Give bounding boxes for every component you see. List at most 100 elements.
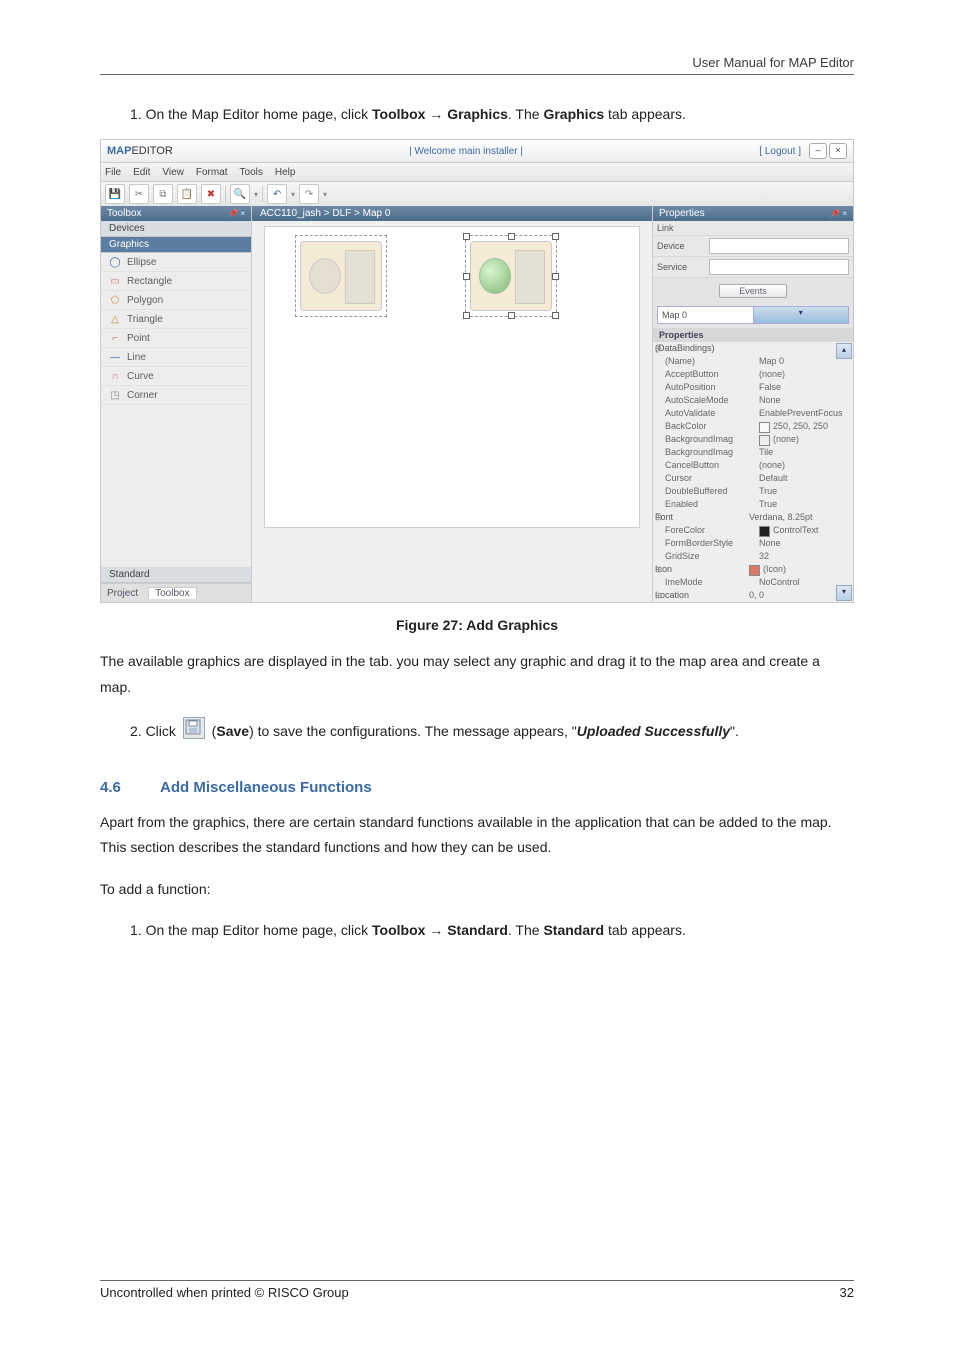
service-input[interactable]: [709, 259, 849, 275]
figure-caption: Figure 27: Add Graphics: [100, 617, 854, 633]
map-canvas[interactable]: [264, 226, 640, 528]
scroll-down-icon[interactable]: ▾: [836, 585, 852, 601]
tool-line[interactable]: —Line: [101, 348, 251, 367]
cut-icon[interactable]: ✂: [129, 184, 149, 204]
menu-file[interactable]: File: [105, 167, 121, 178]
step1-graphics: Graphics: [447, 106, 508, 122]
property-grid[interactable]: ▴ ▾ (DataBindings)(Name)Map 0AcceptButto…: [653, 342, 853, 602]
property-row[interactable]: (Name)Map 0: [653, 355, 853, 368]
prop-service: Service: [653, 257, 853, 278]
property-row[interactable]: CancelButton(none): [653, 459, 853, 472]
group-graphics[interactable]: Graphics: [101, 237, 251, 253]
property-row[interactable]: FontVerdana, 8.25pt: [653, 511, 853, 524]
step1-suffix2: tab appears.: [604, 106, 686, 122]
property-row[interactable]: BackColor250, 250, 250: [653, 420, 853, 433]
chevron-down-icon[interactable]: ▾: [753, 307, 849, 323]
property-row[interactable]: AutoValidateEnablePreventFocus: [653, 407, 853, 420]
dropdown-icon[interactable]: ▾: [291, 190, 295, 199]
menu-format[interactable]: Format: [196, 167, 228, 178]
property-row[interactable]: CursorDefault: [653, 472, 853, 485]
property-value: True: [759, 498, 851, 511]
sensor-icon: [479, 258, 511, 294]
paste-icon[interactable]: 📋: [177, 184, 197, 204]
tool-corner[interactable]: ◳Corner: [101, 386, 251, 405]
tool-point[interactable]: ⌐Point: [101, 329, 251, 348]
app-brand: MAPEDITOR: [107, 145, 173, 157]
property-key: DoubleBuffered: [665, 485, 759, 498]
menu-help[interactable]: Help: [275, 167, 296, 178]
tool-label: Ellipse: [127, 257, 156, 268]
logout-link[interactable]: [ Logout ]: [759, 146, 801, 157]
tool-list: ◯Ellipse ▭Rectangle ⬠Polygon △Triangle ⌐…: [101, 253, 251, 405]
page-header: User Manual for MAP Editor: [100, 55, 854, 70]
property-row[interactable]: FormBorderStyleNone: [653, 537, 853, 550]
canvas-area: ACC110_jash > DLF > Map 0: [252, 206, 652, 602]
toolbox-title: Toolbox 📌 ×: [101, 206, 251, 221]
tool-curve[interactable]: ∩Curve: [101, 367, 251, 386]
property-row[interactable]: DoubleBufferedTrue: [653, 485, 853, 498]
property-row[interactable]: BackgroundImag(none): [653, 433, 853, 446]
tool-ellipse[interactable]: ◯Ellipse: [101, 253, 251, 272]
pin-icon[interactable]: 📌 ×: [830, 209, 847, 218]
undo-icon[interactable]: ↶: [267, 184, 287, 204]
delete-icon[interactable]: ✖: [201, 184, 221, 204]
step3-standard: Standard: [447, 922, 508, 938]
group-standard[interactable]: Standard: [101, 567, 251, 583]
property-value: 250, 250, 250: [759, 420, 851, 433]
object-combo[interactable]: Map 0▾: [657, 306, 849, 324]
minimize-button[interactable]: –: [809, 143, 827, 159]
tool-label: Point: [127, 333, 150, 344]
copy-icon[interactable]: ⧉: [153, 184, 173, 204]
step-1: 1. On the Map Editor home page, click To…: [130, 103, 854, 125]
save-icon[interactable]: 💾: [105, 184, 125, 204]
tab-toolbox[interactable]: Toolbox: [148, 587, 196, 599]
device-1[interactable]: [295, 235, 387, 317]
tool-triangle[interactable]: △Triangle: [101, 310, 251, 329]
menu-edit[interactable]: Edit: [133, 167, 150, 178]
zoom-icon[interactable]: 🔍: [230, 184, 250, 204]
arrow-icon: →: [425, 922, 447, 938]
toolbox-filler: [101, 405, 251, 567]
property-row[interactable]: ForeColorControlText: [653, 524, 853, 537]
property-row[interactable]: ImeModeNoControl: [653, 576, 853, 589]
property-row[interactable]: Location0, 0: [653, 589, 853, 602]
property-row[interactable]: AutoPositionFalse: [653, 381, 853, 394]
property-row[interactable]: GridSize32: [653, 550, 853, 563]
property-key: BackgroundImag: [665, 446, 759, 459]
close-button[interactable]: ×: [829, 143, 847, 159]
property-row[interactable]: (DataBindings): [653, 342, 853, 355]
tool-polygon[interactable]: ⬠Polygon: [101, 291, 251, 310]
property-row[interactable]: AutoScaleModeNone: [653, 394, 853, 407]
line-icon: —: [109, 351, 121, 363]
title-bar: MAPEDITOR | Welcome main installer | [ L…: [101, 140, 853, 163]
step1-prefix: 1. On the Map Editor home page, click: [130, 106, 372, 122]
tool-rectangle[interactable]: ▭Rectangle: [101, 272, 251, 291]
property-value: EnablePreventFocus: [759, 407, 851, 420]
menu-bar: File Edit View Format Tools Help: [101, 163, 853, 182]
redo-icon[interactable]: ↷: [299, 184, 319, 204]
pin-icon[interactable]: 📌 ×: [228, 209, 245, 218]
menu-tools[interactable]: Tools: [240, 167, 263, 178]
property-key: AcceptButton: [665, 368, 759, 381]
property-row[interactable]: Icon(Icon): [653, 563, 853, 576]
para-2: Apart from the graphics, there are certa…: [100, 810, 854, 862]
property-row[interactable]: EnabledTrue: [653, 498, 853, 511]
prop-device: Device: [653, 236, 853, 257]
events-button[interactable]: Events: [719, 284, 787, 298]
dropdown-icon[interactable]: ▾: [323, 190, 327, 199]
menu-view[interactable]: View: [162, 167, 184, 178]
property-row[interactable]: AcceptButton(none): [653, 368, 853, 381]
dropdown-icon[interactable]: ▾: [254, 190, 258, 199]
save-icon: [183, 717, 205, 739]
property-row[interactable]: BackgroundImagTile: [653, 446, 853, 459]
tab-project[interactable]: Project: [107, 588, 138, 599]
tool-label: Polygon: [127, 295, 163, 306]
property-key: GridSize: [665, 550, 759, 563]
tool-label: Curve: [127, 371, 154, 382]
group-devices[interactable]: Devices: [101, 221, 251, 237]
prop-label: Service: [657, 262, 709, 272]
device-2-selected[interactable]: [465, 235, 557, 317]
scroll-up-icon[interactable]: ▴: [836, 343, 852, 359]
panel-icon: [515, 250, 545, 304]
device-input[interactable]: [709, 238, 849, 254]
